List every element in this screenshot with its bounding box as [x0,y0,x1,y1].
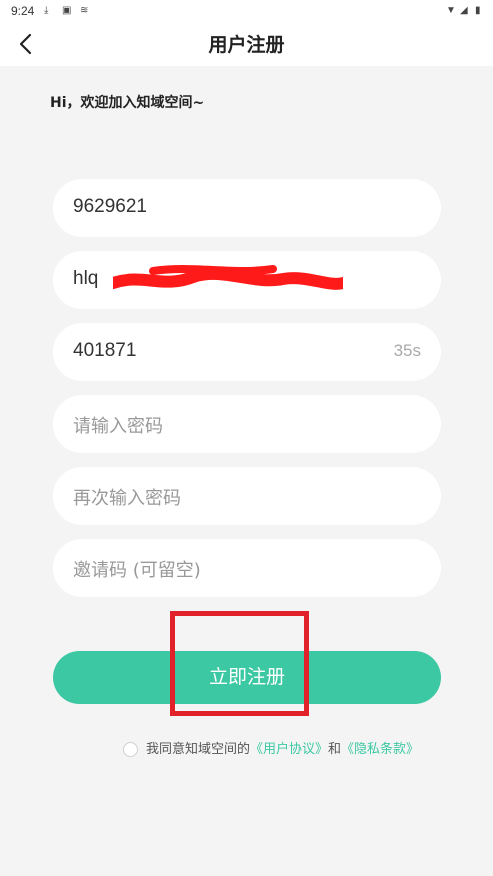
password-confirm-field[interactable]: 再次输入密码 [53,467,441,525]
privacy-policy-link[interactable]: 《隐私条款》 [341,742,419,757]
redaction-scribble [113,265,343,290]
phone-value: 9629621 [73,196,147,217]
a-badge-icon: ▣ [62,5,72,16]
password-field[interactable]: 请输入密码 [53,395,441,453]
signal-icon: ◢ [460,5,468,16]
app-bar: 用户注册 [0,22,493,66]
notification-icon: ≋ [80,5,89,16]
verification-code-field[interactable]: 401871 35s [53,323,441,381]
wifi-icon: ▼ [446,5,456,16]
user-agreement-link[interactable]: 《用户协议》 [250,742,328,757]
account-field[interactable]: hlq [53,251,441,309]
battery-icon: ▮ [475,5,481,16]
status-bar: 9:24 ⤓ ▣ ≋ ▼ ◢ ▮ [0,0,493,22]
agreement-row: 我同意知域空间的《用户协议》和《隐私条款》 [123,738,419,757]
password-placeholder: 请输入密码 [73,416,163,437]
agree-checkbox[interactable] [123,742,138,757]
agreement-prefix: 我同意知域空间的 [146,742,251,757]
account-value: hlq [73,268,99,289]
status-time: 9:24 [11,4,35,18]
password-confirm-placeholder: 再次输入密码 [73,488,181,509]
resend-countdown: 35s [393,341,421,360]
download-icon: ⤓ [44,5,49,16]
invite-code-placeholder: 邀请码 (可留空) [73,560,201,581]
greeting-text: Hi，欢迎加入知域空间~ [50,95,205,111]
phone-field[interactable]: 9629621 [53,179,441,237]
verification-code-value: 401871 [73,340,137,361]
page-title: 用户注册 [208,34,285,56]
agreement-and: 和 [328,742,342,757]
invite-code-field[interactable]: 邀请码 (可留空) [53,539,441,597]
register-button[interactable]: 立即注册 [53,651,441,704]
